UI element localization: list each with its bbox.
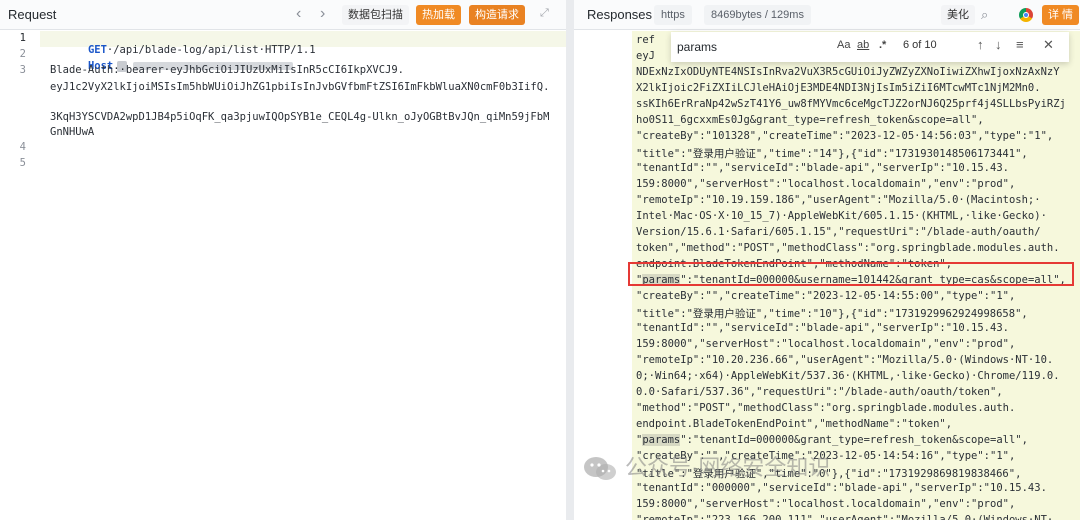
response-line: NDExNzIxODUyNTE4NSIsInRva2VuX3R5cGUiOiJy… xyxy=(636,66,1060,78)
wechat-icon xyxy=(584,457,616,481)
response-line: eyJ xyxy=(636,50,655,62)
response-line: "createBy":"","createTime":"2023-12-05·1… xyxy=(636,290,1016,302)
search-icon[interactable]: ⌕ xyxy=(981,6,988,24)
line-number: 3 xyxy=(19,64,26,76)
response-line: ho0S11_6gcxxmEs0Jg&grant_type=refresh_to… xyxy=(636,114,984,126)
request-header: Request ‹ › 数据包扫描 热加载 构造请求 ⤢ xyxy=(0,0,566,30)
watermark: 公众号·网络安全知识 xyxy=(583,450,830,483)
response-line: "method":"POST","methodClass":"org.sprin… xyxy=(636,402,1016,414)
construct-request-button[interactable]: 构造请求 xyxy=(469,5,525,25)
response-line: ref xyxy=(636,34,655,46)
request-editor[interactable]: 1 2 3 4 5 GET·/api/blade-log/api/list·HT… xyxy=(0,31,566,520)
response-line: "tenantId":"","serviceId":"blade-api","s… xyxy=(636,322,1009,334)
response-line: Intel·Mac·OS·X·10_15_7)·AppleWebKit/605.… xyxy=(636,210,1047,222)
find-menu-icon[interactable]: ≡ xyxy=(1016,37,1024,52)
forward-icon[interactable]: › xyxy=(320,5,325,23)
whole-word-toggle[interactable]: ab xyxy=(857,39,869,51)
line-number: 5 xyxy=(19,157,26,169)
auth-header-line-a: Blade-Auth:·bearer·eyJhbGciOiJIUzUxMiIsI… xyxy=(50,64,405,76)
response-line: "title":"登录用户验证","time":"14"},{"id":"173… xyxy=(636,148,1028,160)
find-widget: Aa ab .* 6 of 10 ↑ ↓ ≡ ✕ xyxy=(671,32,1069,62)
response-line: "params":"tenantId=000000&grant_type=ref… xyxy=(636,434,1028,446)
request-title: Request xyxy=(8,7,57,22)
response-editor[interactable]: ref eyJ NDExNzIxODUyNTE4NSIsInRva2VuX3R5cG… xyxy=(574,31,1080,520)
response-line: 159:8000","serverHost":"localhost.locald… xyxy=(636,498,1016,510)
response-line: "title":"登录用户验证","time":"10"},{"id":"173… xyxy=(636,308,1028,320)
find-input[interactable] xyxy=(677,37,817,57)
auth-header-line-c: 3KqH3YSCVDA2wpD1JB4p5iOqFK_qa3pjuwIQOpSY… xyxy=(50,111,550,138)
response-line: "remoteIp":"223.166.200.111","userAgent"… xyxy=(636,514,1054,520)
response-line: "tenantId":"000000","serviceId":"blade-a… xyxy=(636,482,1047,494)
next-match-icon[interactable]: ↓ xyxy=(995,37,1002,52)
line-number: 1 xyxy=(19,32,26,44)
response-size-tag: 8469bytes / 129ms xyxy=(704,5,811,25)
expand-icon[interactable]: ⤢ xyxy=(540,7,549,20)
beautify-button[interactable]: 美化 xyxy=(941,5,975,25)
response-line: 0;·Win64;·x64)·AppleWebKit/537.36·(KHTML… xyxy=(636,370,1060,382)
response-line: token","method":"POST","methodClass":"or… xyxy=(636,242,1060,254)
response-line: 159:8000","serverHost":"localhost.locald… xyxy=(636,338,1016,350)
response-title: Responses xyxy=(587,7,653,22)
response-line: "createBy":"101328","createTime":"2023-1… xyxy=(636,130,1054,142)
details-button[interactable]: 详 情 xyxy=(1042,5,1080,25)
response-header: Responses https 8469bytes / 129ms 美化 ⌕ 详… xyxy=(574,0,1080,30)
search-match: params xyxy=(642,434,681,446)
response-line: 0.0·Safari/537.36","requestUri":"/blade-… xyxy=(636,386,1003,398)
response-pane: Responses https 8469bytes / 129ms 美化 ⌕ 详… xyxy=(574,0,1080,520)
response-line: "tenantId":"","serviceId":"blade-api","s… xyxy=(636,162,1009,174)
back-icon[interactable]: ‹ xyxy=(296,5,301,23)
match-case-toggle[interactable]: Aa xyxy=(837,39,850,51)
response-line: "remoteIp":"10.19.159.186","userAgent":"… xyxy=(636,194,1041,206)
watermark-text: 公众号·网络安全知识 xyxy=(625,455,831,480)
protocol-tag: https xyxy=(654,5,692,25)
response-line: "remoteIp":"10.20.236.66","userAgent":"M… xyxy=(636,354,1054,366)
response-line: X2lkIjoic2FiZXIiLCJleHAiOjE3MDE4NDI3NjIs… xyxy=(636,82,1041,94)
close-find-icon[interactable]: ✕ xyxy=(1043,37,1054,53)
line-number: 2 xyxy=(19,48,26,60)
auth-header-line-b: eyJ1c2VyX2lkIjoiMSIsIm5hbWUiOiJhZG1pbiIs… xyxy=(50,81,550,93)
response-line: 159:8000","serverHost":"localhost.locald… xyxy=(636,178,1016,190)
match-count: 6 of 10 xyxy=(903,39,937,51)
response-line: ssKIh6ErRraNp42wSzT41Y6_uw8fMYVmc6ceMgcT… xyxy=(636,98,1066,110)
line-number: 4 xyxy=(19,141,26,153)
line-gutter: 1 2 3 4 5 xyxy=(0,31,40,520)
response-line: Version/15.6.1·Safari/605.1.15","request… xyxy=(636,226,1041,238)
scan-button[interactable]: 数据包扫描 xyxy=(342,5,409,25)
chrome-icon[interactable] xyxy=(1019,8,1033,22)
highlight-box xyxy=(628,262,1074,286)
request-pane: Request ‹ › 数据包扫描 热加载 构造请求 ⤢ 1 2 3 4 5 G… xyxy=(0,0,566,520)
previous-match-icon[interactable]: ↑ xyxy=(977,37,984,52)
response-line: endpoint.BladeTokenEndPoint","methodName… xyxy=(636,418,953,430)
hotload-button[interactable]: 热加载 xyxy=(416,5,461,25)
regex-toggle[interactable]: .* xyxy=(879,39,886,51)
